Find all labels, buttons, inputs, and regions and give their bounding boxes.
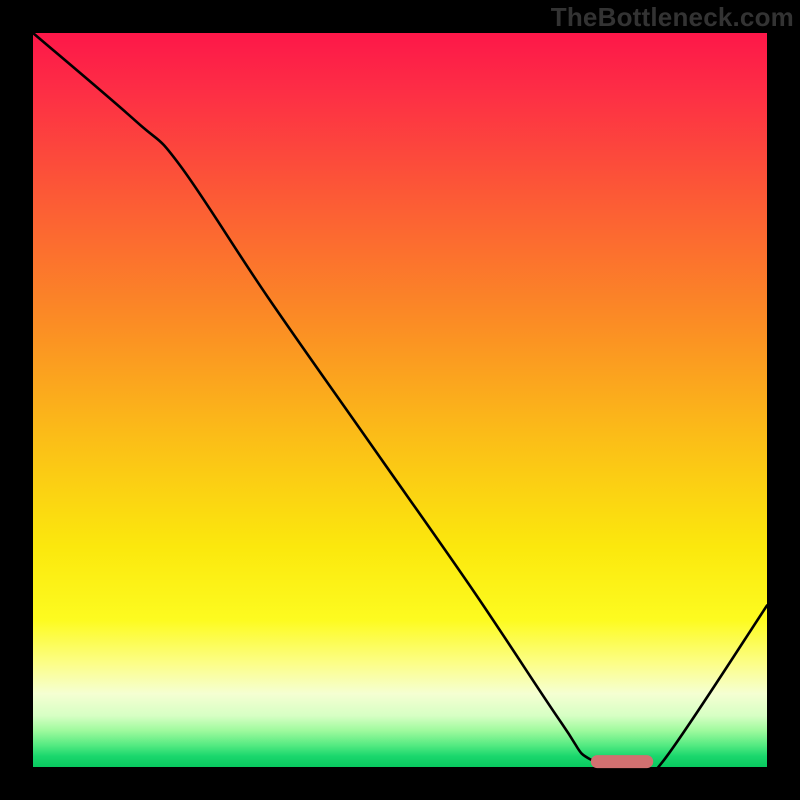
bottleneck-curve bbox=[33, 33, 767, 775]
chart-svg bbox=[33, 33, 767, 767]
watermark-text: TheBottleneck.com bbox=[551, 2, 794, 33]
plot-area bbox=[33, 33, 767, 767]
chart-container: TheBottleneck.com bbox=[0, 0, 800, 800]
optimal-range-marker bbox=[591, 755, 653, 768]
